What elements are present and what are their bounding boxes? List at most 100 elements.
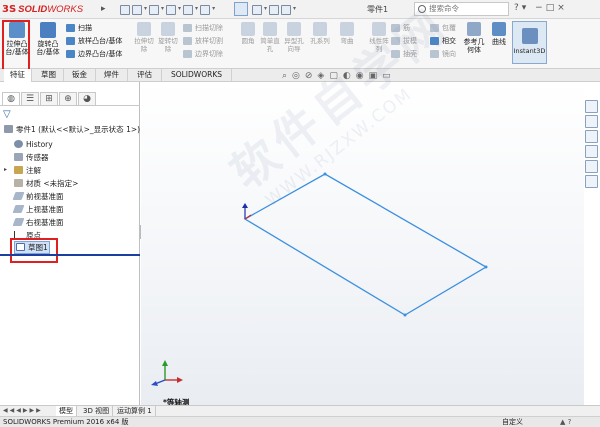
instant3d-label: Instant3D bbox=[513, 47, 546, 55]
fillet-button[interactable]: 圆角 bbox=[237, 22, 259, 46]
tree-item-annotations[interactable]: 注解 bbox=[14, 165, 41, 176]
rebuild-icon[interactable] bbox=[252, 4, 262, 15]
reference-geometry-label: 参考几何体 bbox=[463, 38, 485, 54]
plane-icon bbox=[12, 205, 25, 213]
file-properties-icon[interactable] bbox=[269, 4, 280, 15]
tab-features[interactable]: 特征 bbox=[4, 69, 32, 82]
dimxpert-tab-icon[interactable]: ⊕ bbox=[59, 92, 77, 105]
feature-manager-tab-icon[interactable]: ◍ bbox=[2, 92, 20, 105]
curves-button[interactable]: 曲线 bbox=[487, 22, 511, 64]
tree-item-sensors[interactable]: 传感器 bbox=[14, 152, 49, 163]
rollback-bar[interactable] bbox=[0, 254, 140, 256]
custom-properties-icon[interactable] bbox=[585, 175, 598, 188]
chevron-down-icon[interactable]: ▾ bbox=[195, 5, 198, 15]
simple-hole-icon bbox=[263, 22, 277, 36]
tree-root-part[interactable]: 零件1 (默认<<默认>_显示状态 1>) bbox=[4, 124, 140, 135]
undo-icon[interactable] bbox=[200, 4, 211, 15]
tab-navigation-icon[interactable]: ◀◀◀▶▶▶ bbox=[3, 407, 43, 414]
tree-item-label: 传感器 bbox=[26, 153, 49, 162]
sweep-button[interactable]: 扫描 bbox=[66, 22, 92, 34]
fillet-icon bbox=[241, 22, 255, 36]
chevron-down-icon[interactable]: ▾ bbox=[264, 5, 267, 15]
tab-sketch[interactable]: 草图 bbox=[34, 69, 64, 82]
home-icon[interactable] bbox=[120, 4, 130, 15]
revolve-boss-label: 旋转凸台/基体 bbox=[36, 40, 60, 56]
hole-wizard-button[interactable]: 异型孔向导 bbox=[283, 22, 305, 53]
reference-geometry-icon bbox=[467, 22, 481, 36]
hole-wizard-icon bbox=[287, 22, 301, 36]
boundary-boss-button[interactable]: 边界凸台/基体 bbox=[66, 48, 122, 60]
hole-series-button[interactable]: 孔系列 bbox=[309, 22, 331, 46]
loft-button[interactable]: 放样凸台/基体 bbox=[66, 35, 122, 47]
chevron-down-icon[interactable]: ▾ bbox=[161, 5, 164, 15]
task-pane-tabs bbox=[584, 100, 600, 200]
print-icon[interactable] bbox=[183, 4, 194, 15]
sketch-point[interactable] bbox=[323, 172, 327, 176]
open-icon[interactable] bbox=[149, 4, 160, 15]
lofted-cut-button[interactable]: 放样切割 bbox=[183, 35, 223, 47]
logo-brand-rest: WORKS bbox=[47, 4, 84, 15]
tree-item-right-plane[interactable]: 右视基准面 bbox=[12, 217, 64, 228]
revolve-cut-button[interactable]: 旋转切除 bbox=[157, 22, 179, 53]
swept-cut-button[interactable]: 扫描切除 bbox=[183, 22, 223, 34]
appearances-icon[interactable] bbox=[585, 160, 598, 173]
chevron-down-icon[interactable]: ▾ bbox=[293, 5, 296, 15]
tab-evaluate[interactable]: 评估 bbox=[128, 69, 162, 82]
part-icon bbox=[4, 125, 13, 133]
revolve-boss-button[interactable]: 旋转凸台/基体 bbox=[33, 22, 63, 64]
product-version: SOLIDWORKS Premium 2016 x64 版 bbox=[3, 418, 129, 426]
tree-item-history[interactable]: History bbox=[14, 139, 53, 150]
new-icon[interactable] bbox=[132, 4, 142, 15]
title-bar: 3S SOLID WORKS ▸ ▾ ▾ ▾ ▾ ▾ ▾ ▾ 零件1 搜索命令 … bbox=[0, 0, 600, 19]
tab-mbd[interactable]: SOLIDWORKS MBD bbox=[162, 69, 232, 91]
solidworks-resources-icon[interactable] bbox=[585, 100, 598, 113]
menu-expand-icon[interactable]: ▸ bbox=[101, 4, 106, 14]
tab-weldments[interactable]: 焊件 bbox=[96, 69, 128, 82]
origin-marker-icon bbox=[242, 203, 252, 220]
tree-item-top-plane[interactable]: 上视基准面 bbox=[12, 204, 64, 215]
property-manager-tab-icon[interactable]: ☰ bbox=[21, 92, 39, 105]
highlight-frame-sketch1 bbox=[10, 238, 58, 263]
bottom-tabs: ◀◀◀▶▶▶ 模型 3D 视图 运动算例 1 bbox=[0, 405, 600, 417]
file-explorer-icon[interactable] bbox=[585, 130, 598, 143]
annotation-icon bbox=[14, 166, 23, 174]
logo-brand-bold: SOLID bbox=[18, 4, 48, 15]
view-palette-icon[interactable] bbox=[585, 145, 598, 158]
unit-system-selector[interactable]: 自定义 bbox=[502, 417, 523, 427]
reference-geometry-button[interactable]: 参考几何体 bbox=[461, 22, 487, 64]
tree-item-label: 注解 bbox=[26, 166, 41, 175]
extrude-cut-button[interactable]: 拉伸切除 bbox=[133, 22, 155, 53]
configuration-manager-tab-icon[interactable]: ⊞ bbox=[40, 92, 58, 105]
quick-access-toolbar: ▾ ▾ ▾ ▾ ▾ bbox=[120, 3, 217, 16]
design-library-icon[interactable] bbox=[585, 115, 598, 128]
help-icons[interactable]: ?▾ −□× bbox=[514, 3, 568, 13]
solidworks-logo[interactable]: 3S SOLID WORKS bbox=[2, 2, 83, 17]
sketch-point[interactable] bbox=[403, 313, 407, 317]
tab-sheet-metal[interactable]: 钣金 bbox=[64, 69, 96, 82]
simple-hole-button[interactable]: 简单直孔 bbox=[259, 22, 281, 53]
dome-icon bbox=[340, 22, 354, 36]
display-manager-tab-icon[interactable]: ◕ bbox=[78, 92, 96, 105]
chevron-down-icon[interactable]: ▾ bbox=[212, 5, 215, 15]
tree-item-front-plane[interactable]: 前视基准面 bbox=[12, 191, 64, 202]
filter-icon[interactable]: ▽ bbox=[3, 109, 11, 120]
status-options-icon[interactable]: ▲ ? bbox=[560, 417, 571, 427]
status-bar: SOLIDWORKS Premium 2016 x64 版 自定义 ▲ ? bbox=[0, 416, 600, 427]
select-cursor-icon[interactable] bbox=[234, 2, 248, 16]
boundary-cut-button[interactable]: 边界切除 bbox=[183, 48, 223, 60]
expand-annotations-icon[interactable]: ▸ bbox=[4, 166, 7, 173]
tree-item-material[interactable]: 材质 <未指定> bbox=[14, 178, 78, 189]
chevron-down-icon[interactable]: ▾ bbox=[178, 5, 181, 15]
chevron-down-icon[interactable]: ▾ bbox=[144, 5, 147, 15]
sketch-point[interactable] bbox=[484, 265, 488, 269]
extrude-cut-icon bbox=[137, 22, 151, 36]
save-icon[interactable] bbox=[166, 4, 177, 15]
instant3d-button[interactable]: Instant3D bbox=[512, 21, 547, 64]
hole-series-icon bbox=[313, 22, 327, 36]
fillet-label: 圆角 bbox=[241, 37, 255, 45]
quick-access-toolbar-2: ▾ ▾ bbox=[252, 3, 298, 16]
tree-item-label: History bbox=[26, 140, 53, 149]
options-gear-icon[interactable] bbox=[281, 4, 292, 15]
tree-item-label: 材质 <未指定> bbox=[26, 179, 79, 188]
plane-icon bbox=[12, 192, 25, 200]
